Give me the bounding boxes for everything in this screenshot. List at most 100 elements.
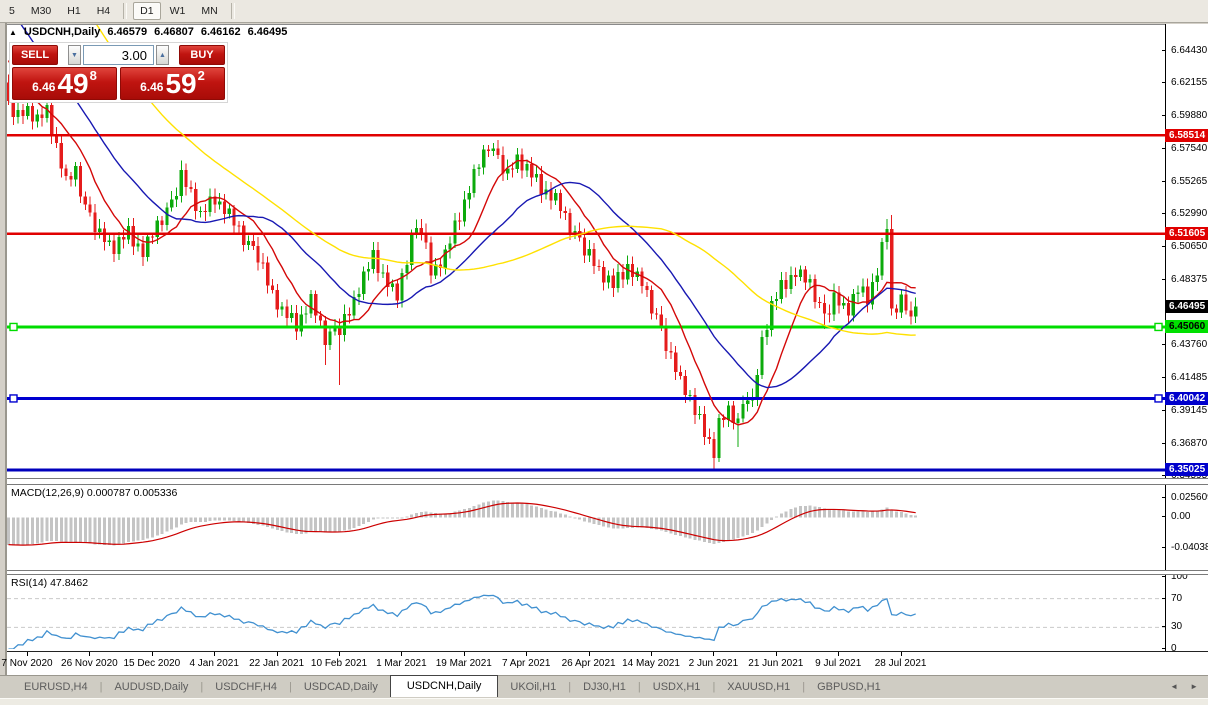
- buy-price-tile[interactable]: 6.46 59 2: [120, 67, 225, 100]
- timeframe-toolbar: 5M30H1H4 D1W1MN: [0, 0, 1208, 23]
- timeframe-button-m30[interactable]: M30: [24, 2, 58, 20]
- toolbar-separator: [123, 3, 127, 19]
- timeframe-button-w1[interactable]: W1: [163, 2, 193, 20]
- tab-usdchf-h4[interactable]: USDCHF,H4: [203, 678, 289, 696]
- tab-gbpusd-h1[interactable]: GBPUSD,H1: [805, 678, 893, 696]
- price-badge: 6.51605: [1165, 227, 1208, 240]
- collapse-triangle-icon[interactable]: ▲: [9, 28, 17, 37]
- date-tick-mark: [651, 652, 652, 656]
- price-badge: 6.58514: [1165, 129, 1208, 142]
- date-label: 9 Jul 2021: [815, 658, 861, 669]
- volume-decrement-button[interactable]: ▼: [68, 45, 81, 65]
- date-tick-mark: [901, 652, 902, 656]
- date-label: 14 May 2021: [622, 658, 680, 669]
- buy-price-prefix: 6.46: [140, 80, 163, 94]
- price-tick: 6.48375: [1166, 274, 1208, 286]
- date-label: 26 Nov 2020: [61, 658, 118, 669]
- sell-price-sup: 8: [90, 68, 97, 83]
- price-tick: 6.43760: [1166, 339, 1208, 351]
- date-label: 15 Dec 2020: [123, 658, 180, 669]
- ohlc-low: 6.46162: [201, 26, 241, 38]
- tab-usdx-h1[interactable]: USDX,H1: [641, 678, 713, 696]
- date-tick-mark: [464, 652, 465, 656]
- status-strip: [0, 698, 1208, 705]
- trading-terminal: 5M30H1H4D1W1MN 6.644306.621556.598806.57…: [0, 0, 1208, 705]
- toolbar-separator: [231, 3, 235, 19]
- timeframe-button-d1[interactable]: D1: [133, 2, 160, 20]
- chart-tab-bar: EURUSD,H4|AUDUSD,Daily|USDCHF,H4|USDCAD,…: [0, 675, 1208, 698]
- timeframe-button-mn[interactable]: MN: [194, 2, 224, 20]
- sell-price-prefix: 6.46: [32, 80, 55, 94]
- price-axis[interactable]: 6.644306.621556.598806.575406.552656.529…: [1166, 24, 1208, 651]
- tab-scroll-left-icon[interactable]: ◄: [1170, 682, 1178, 691]
- price-badge: 6.46495: [1165, 300, 1208, 313]
- tab-usdcad-daily[interactable]: USDCAD,Daily: [292, 678, 390, 696]
- tab-ukoil-h1[interactable]: UKOil,H1: [498, 678, 568, 696]
- date-label: 2 Jun 2021: [689, 658, 739, 669]
- time-axis[interactable]: 7 Nov 202026 Nov 202015 Dec 20204 Jan 20…: [7, 651, 1208, 675]
- tab-usdcnh-daily[interactable]: USDCNH,Daily: [390, 675, 499, 697]
- price-badge: 6.35025: [1165, 463, 1208, 476]
- date-tick-mark: [401, 652, 402, 656]
- date-tick-mark: [214, 652, 215, 656]
- date-label: 7 Apr 2021: [502, 658, 550, 669]
- date-tick-mark: [152, 652, 153, 656]
- tab-list: EURUSD,H4|AUDUSD,Daily|USDCHF,H4|USDCAD,…: [12, 678, 893, 697]
- rsi-tick: 70: [1166, 593, 1208, 605]
- date-label: 26 Apr 2021: [562, 658, 616, 669]
- tab-dj30-h1[interactable]: DJ30,H1: [571, 678, 638, 696]
- tab-scroll-right-icon[interactable]: ►: [1190, 682, 1198, 691]
- price-tick: 6.39145: [1166, 405, 1208, 417]
- tab-scroll-arrows: ◄ ►: [1170, 682, 1198, 691]
- date-label: 10 Feb 2021: [311, 658, 367, 669]
- macd-tick: 0.025609: [1166, 492, 1208, 504]
- date-label: 4 Jan 2021: [189, 658, 239, 669]
- pane-separator-rsi[interactable]: [7, 570, 1208, 575]
- date-tick-mark: [589, 652, 590, 656]
- pane-separator-macd[interactable]: [7, 478, 1208, 485]
- price-tick: 6.62155: [1166, 77, 1208, 89]
- buy-price-sup: 2: [198, 68, 205, 83]
- chart-symbol-label: USDCNH,Daily: [24, 26, 100, 38]
- date-tick-mark: [838, 652, 839, 656]
- tab-audusd-daily[interactable]: AUDUSD,Daily: [102, 678, 200, 696]
- buy-price-big: 59: [165, 71, 196, 97]
- spacer: [171, 45, 177, 65]
- price-tick: 6.59880: [1166, 110, 1208, 122]
- macd-indicator-label: MACD(12,26,9) 0.000787 0.005336: [11, 487, 177, 499]
- rsi-indicator-label: RSI(14) 47.8462: [11, 577, 88, 589]
- window-left-edge: [5, 23, 7, 675]
- price-tick: 6.55265: [1166, 176, 1208, 188]
- buy-button[interactable]: BUY: [179, 45, 225, 65]
- date-label: 7 Nov 2020: [1, 658, 52, 669]
- rsi-tick: 30: [1166, 621, 1208, 633]
- price-tick: 6.36870: [1166, 438, 1208, 450]
- volume-increment-button[interactable]: ▲: [156, 45, 169, 65]
- trade-panel-controls: SELL ▼ 3.00 ▲ BUY: [12, 45, 225, 65]
- sell-price-tile[interactable]: 6.46 49 8: [12, 67, 117, 100]
- date-label: 19 Mar 2021: [436, 658, 492, 669]
- timeframe-button-5[interactable]: 5: [2, 2, 22, 20]
- date-label: 21 Jun 2021: [748, 658, 803, 669]
- chart-title: ▲ USDCNH,Daily 6.46579 6.46807 6.46162 6…: [9, 26, 287, 38]
- date-label: 22 Jan 2021: [249, 658, 304, 669]
- volume-input[interactable]: 3.00: [83, 45, 154, 65]
- price-tick: 6.64430: [1166, 45, 1208, 57]
- one-click-trading-panel: SELL ▼ 3.00 ▲ BUY 6.46 49 8 6.46 59 2: [9, 42, 228, 103]
- date-tick-mark: [89, 652, 90, 656]
- ohlc-open: 6.46579: [107, 26, 147, 38]
- price-badge: 6.45060: [1165, 320, 1208, 333]
- macd-tick: 0.00: [1166, 511, 1208, 523]
- ohlc-close: 6.46495: [248, 26, 288, 38]
- tab-eurusd-h4[interactable]: EURUSD,H4: [12, 678, 100, 696]
- date-label: 28 Jul 2021: [875, 658, 927, 669]
- sell-button[interactable]: SELL: [12, 45, 58, 65]
- date-tick-mark: [776, 652, 777, 656]
- macd-tick: -0.040386: [1166, 542, 1208, 554]
- chart-window[interactable]: [7, 24, 1208, 651]
- price-tick: 6.52990: [1166, 208, 1208, 220]
- timeframe-button-h1[interactable]: H1: [60, 2, 87, 20]
- trade-panel-quotes: 6.46 49 8 6.46 59 2: [12, 67, 225, 100]
- tab-xauusd-h1[interactable]: XAUUSD,H1: [715, 678, 802, 696]
- timeframe-button-h4[interactable]: H4: [90, 2, 117, 20]
